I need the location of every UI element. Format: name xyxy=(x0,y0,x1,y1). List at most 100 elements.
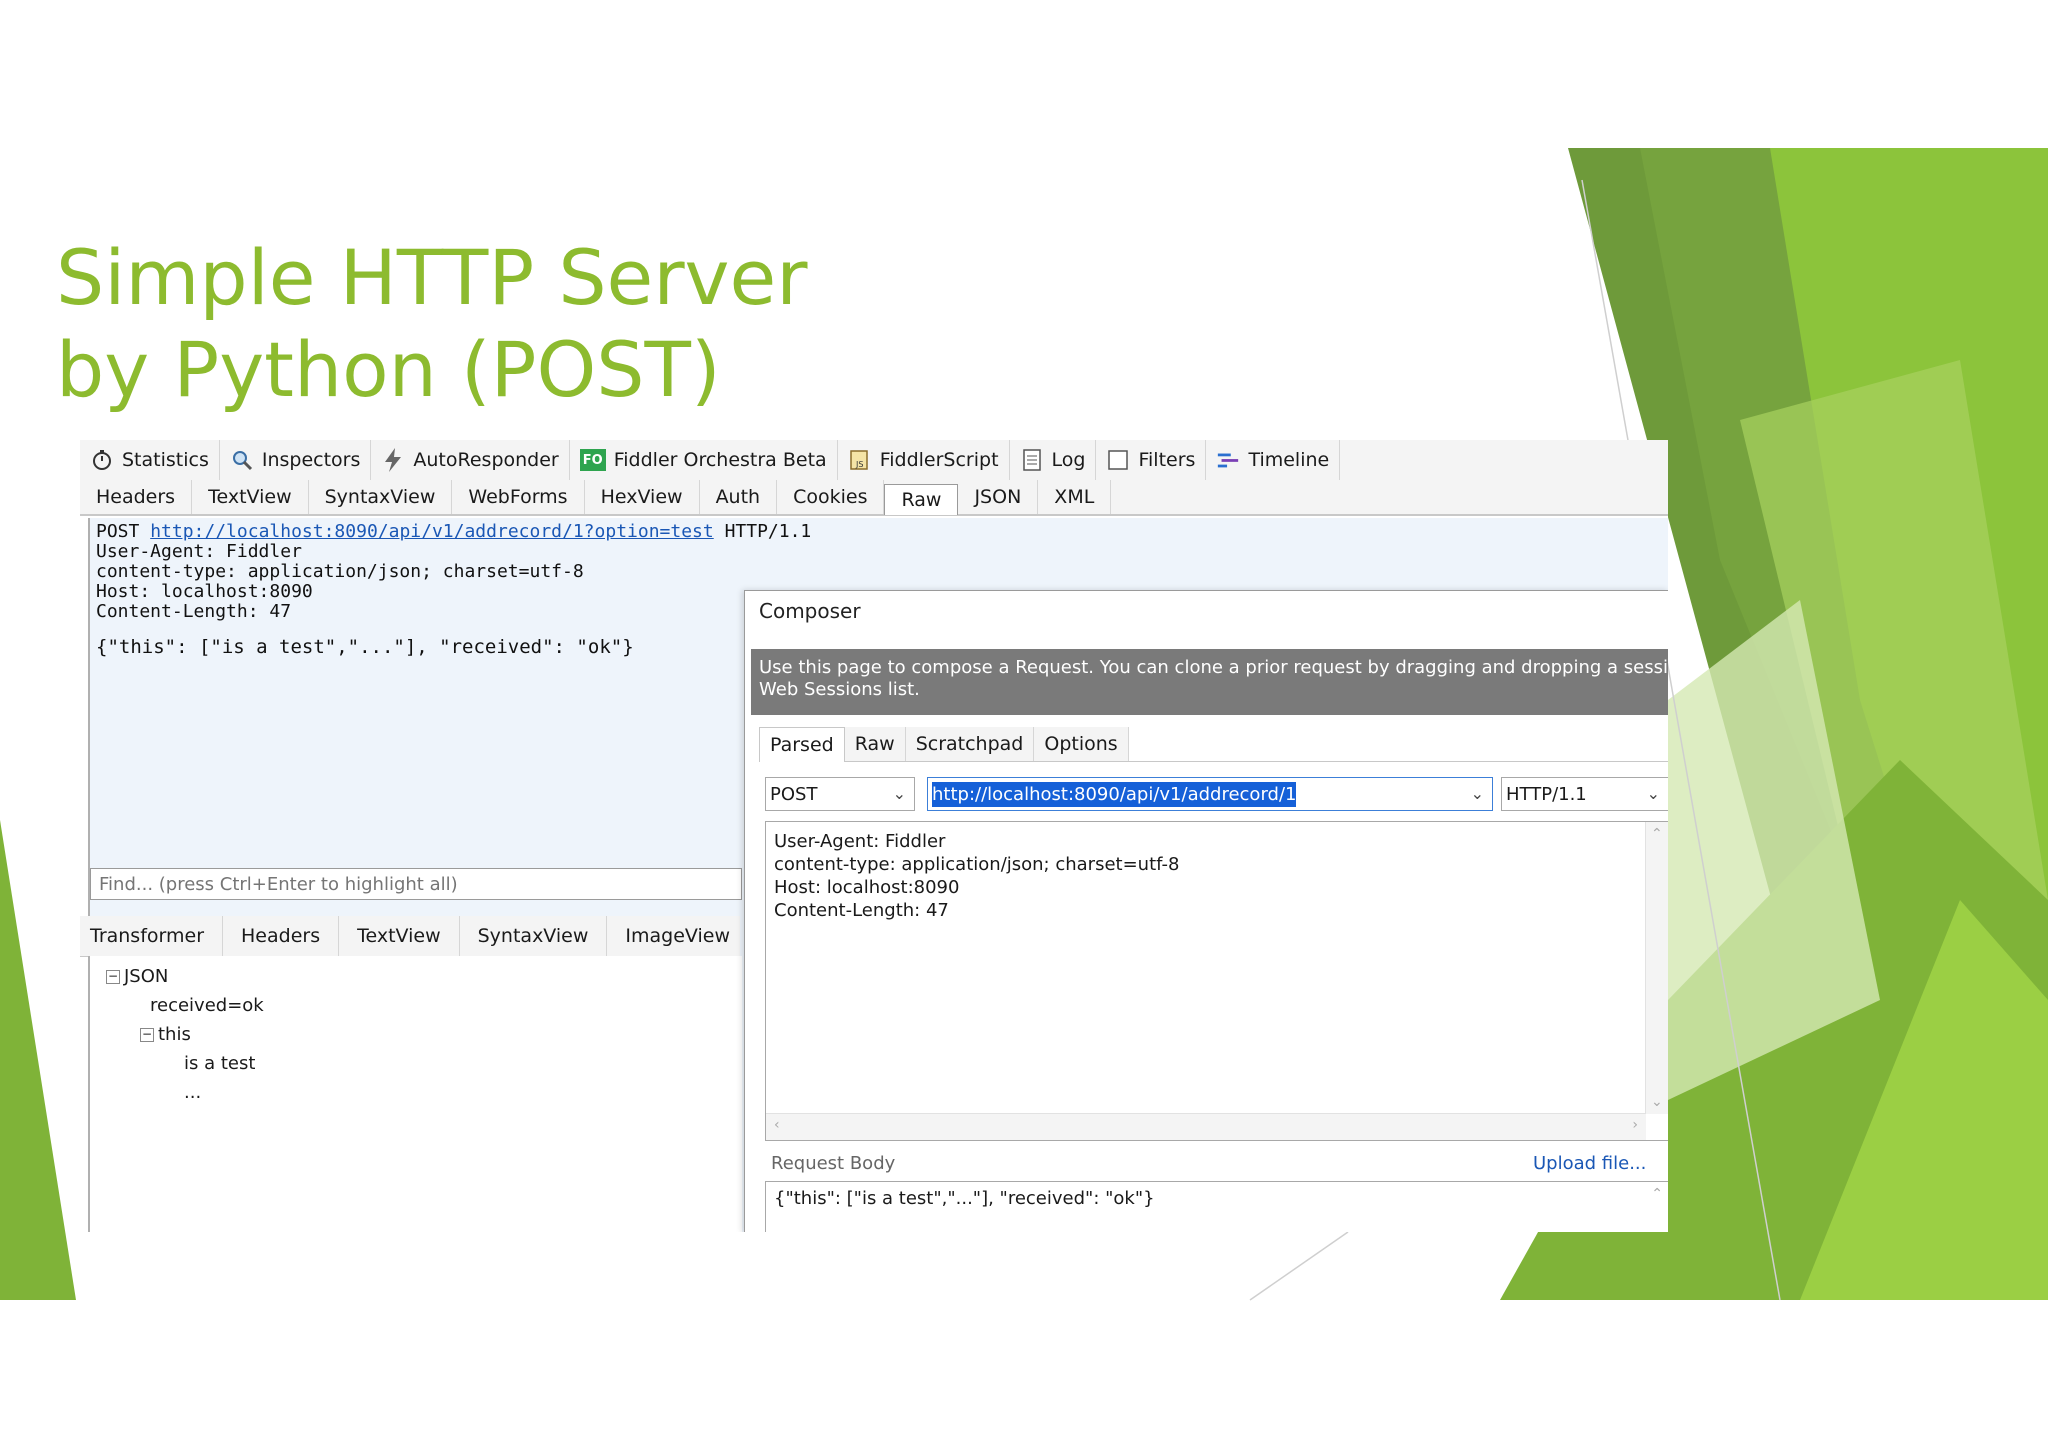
stopwatch-icon xyxy=(90,448,114,472)
tab-autoresponder[interactable]: AutoResponder xyxy=(371,440,570,480)
find-input[interactable] xyxy=(90,868,742,900)
checkbox-icon xyxy=(1106,448,1130,472)
tab-filters-label: Filters xyxy=(1138,449,1196,471)
raw-header-line: content-type: application/json; charset=… xyxy=(96,561,584,582)
raw-request-body: {"this": ["is a test","..."], "received"… xyxy=(96,636,634,658)
request-body-textarea[interactable]: {"this": ["is a test","..."], "received"… xyxy=(765,1181,1668,1232)
tree-node-root[interactable]: − JSON xyxy=(106,962,264,991)
raw-header-line: Content-Length: 47 xyxy=(96,601,292,622)
tree-node-label: received=ok xyxy=(150,995,264,1016)
req-tab-headers[interactable]: Headers xyxy=(80,480,193,514)
raw-request-text: POST http://localhost:8090/api/v1/addrec… xyxy=(96,522,811,622)
chevron-down-icon[interactable]: ⌄ xyxy=(893,784,906,803)
slide-title-line-2: by Python (POST) xyxy=(56,325,721,414)
tree-node-item[interactable]: ... xyxy=(106,1078,264,1107)
response-json-pane: − JSON received=ok − this is a test ... xyxy=(88,956,742,1232)
request-inspector-tabs: Headers TextView SyntaxView WebForms Hex… xyxy=(80,480,1668,516)
req-tab-xml[interactable]: XML xyxy=(1038,480,1112,514)
svg-text:JS: JS xyxy=(855,460,863,469)
tab-statistics-label: Statistics xyxy=(122,449,209,471)
raw-header-line: Host: localhost:8090 xyxy=(96,581,313,602)
req-tab-raw[interactable]: Raw xyxy=(884,483,959,515)
raw-header-line: User-Agent: Fiddler xyxy=(96,541,302,562)
request-headers-text: User-Agent: Fiddler content-type: applic… xyxy=(774,831,1180,921)
composer-tab-raw[interactable]: Raw xyxy=(844,727,906,761)
scroll-left-icon[interactable]: ‹ xyxy=(774,1117,780,1133)
req-tab-hexview[interactable]: HexView xyxy=(585,480,700,514)
tree-node-received[interactable]: received=ok xyxy=(106,991,264,1020)
slide-title: Simple HTTP Server by Python (POST) xyxy=(56,232,808,416)
resp-tab-imageview[interactable]: ImageView xyxy=(607,916,749,956)
tab-inspectors[interactable]: Inspectors xyxy=(220,440,372,480)
req-tab-auth[interactable]: Auth xyxy=(700,480,778,514)
composer-window: Composer Use this page to compose a Requ… xyxy=(744,590,1668,1232)
tab-fiddler-orchestra-label: Fiddler Orchestra Beta xyxy=(613,449,827,471)
horizontal-scrollbar[interactable]: ‹ › xyxy=(766,1113,1646,1140)
req-tab-cookies[interactable]: Cookies xyxy=(777,480,885,514)
scroll-right-icon[interactable]: › xyxy=(1632,1117,1638,1133)
tab-timeline[interactable]: Timeline xyxy=(1206,440,1341,480)
collapse-icon[interactable]: − xyxy=(140,1028,154,1042)
banner-line: Web Sessions list. xyxy=(759,679,920,700)
method-select[interactable]: POST ⌄ xyxy=(765,777,915,811)
tab-inspectors-label: Inspectors xyxy=(261,449,361,471)
chevron-down-icon[interactable]: ⌄ xyxy=(1647,784,1660,803)
composer-tabs: Parsed Raw Scratchpad Options xyxy=(759,727,1668,762)
scroll-down-icon[interactable]: ⌄ xyxy=(1651,1094,1663,1110)
tab-log-label: Log xyxy=(1051,449,1086,471)
tab-fiddlerscript-label: FiddlerScript xyxy=(879,449,999,471)
collapse-icon[interactable]: − xyxy=(106,970,120,984)
tab-fiddlerscript[interactable]: JS FiddlerScript xyxy=(838,440,1010,480)
timeline-icon xyxy=(1216,448,1240,472)
req-tab-json[interactable]: JSON xyxy=(958,480,1039,514)
slide-title-line-1: Simple HTTP Server xyxy=(56,233,808,322)
tab-fiddler-orchestra[interactable]: FO Fiddler Orchestra Beta xyxy=(570,440,838,480)
resp-tab-syntaxview[interactable]: SyntaxView xyxy=(460,916,608,956)
tab-statistics[interactable]: Statistics xyxy=(80,440,220,480)
raw-protocol: HTTP/1.1 xyxy=(724,521,812,542)
fiddler-screenshot: Statistics Inspectors AutoResponder FO F… xyxy=(80,440,1668,1232)
req-tab-textview[interactable]: TextView xyxy=(192,480,309,514)
tree-node-label: ... xyxy=(184,1082,202,1103)
log-icon xyxy=(1020,448,1044,472)
scroll-up-icon[interactable]: ⌃ xyxy=(1651,1186,1663,1202)
request-body-text: {"this": ["is a test","..."], "received"… xyxy=(774,1188,1155,1209)
tab-autoresponder-label: AutoResponder xyxy=(413,449,559,471)
scroll-up-icon[interactable]: ⌃ xyxy=(1651,826,1663,842)
resp-tab-textview[interactable]: TextView xyxy=(339,916,460,956)
tab-log[interactable]: Log xyxy=(1010,440,1097,480)
tree-node-label: is a test xyxy=(184,1053,256,1074)
url-value: http://localhost:8090/api/v1/addrecord/1 xyxy=(932,781,1297,807)
composer-tab-scratchpad[interactable]: Scratchpad xyxy=(905,727,1035,761)
tree-node-label: JSON xyxy=(124,966,169,987)
resp-tab-headers[interactable]: Headers xyxy=(223,916,340,956)
request-body-label: Request Body xyxy=(771,1153,896,1174)
composer-title: Composer xyxy=(759,599,861,623)
tab-filters[interactable]: Filters xyxy=(1096,440,1207,480)
version-value: HTTP/1.1 xyxy=(1506,783,1587,805)
resp-tab-transformer[interactable]: Transformer xyxy=(80,916,224,956)
banner-line: Use this page to compose a Request. You … xyxy=(759,657,1668,678)
vertical-scrollbar[interactable]: ⌃ ⌄ xyxy=(1645,822,1668,1114)
inspectors-icon xyxy=(230,448,254,472)
request-headers-textarea[interactable]: User-Agent: Fiddler content-type: applic… xyxy=(765,821,1668,1141)
chevron-down-icon[interactable]: ⌄ xyxy=(1471,784,1484,803)
tree-node-label: this xyxy=(158,1024,191,1045)
raw-request-url-link[interactable]: http://localhost:8090/api/v1/addrecord/1… xyxy=(150,521,714,542)
fiddler-main-tabs: Statistics Inspectors AutoResponder FO F… xyxy=(80,440,1668,481)
composer-tab-options[interactable]: Options xyxy=(1034,727,1129,761)
url-input[interactable]: http://localhost:8090/api/v1/addrecord/1… xyxy=(927,777,1493,811)
upload-file-link[interactable]: Upload file... xyxy=(1533,1153,1646,1174)
method-value: POST xyxy=(770,783,818,805)
fo-badge-icon: FO xyxy=(579,449,606,471)
http-version-select[interactable]: HTTP/1.1 ⌄ xyxy=(1501,777,1668,811)
composer-tab-parsed[interactable]: Parsed xyxy=(759,727,845,762)
req-tab-syntaxview[interactable]: SyntaxView xyxy=(309,480,453,514)
req-tab-webforms[interactable]: WebForms xyxy=(452,480,585,514)
script-icon: JS xyxy=(848,448,872,472)
tab-timeline-label: Timeline xyxy=(1248,449,1330,471)
tree-node-item[interactable]: is a test xyxy=(106,1049,264,1078)
raw-method: POST xyxy=(96,521,140,542)
tree-node-this[interactable]: − this xyxy=(106,1020,264,1049)
lightning-icon xyxy=(381,448,405,472)
